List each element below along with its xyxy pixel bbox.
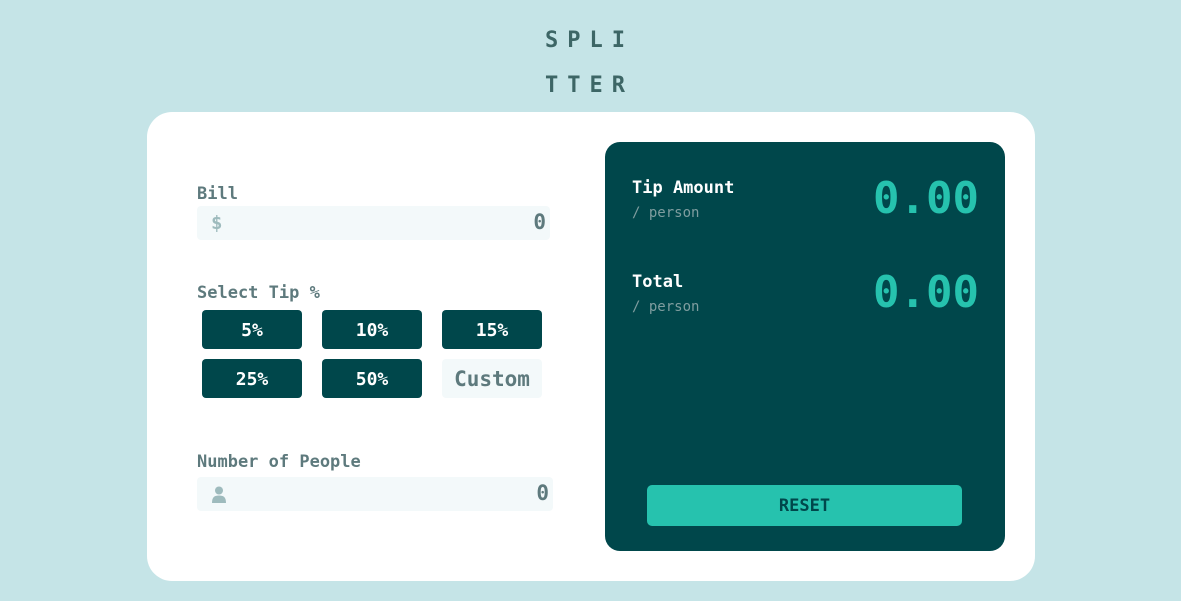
logo-line-2: TTER (545, 73, 634, 98)
bill-value[interactable]: 0 (533, 210, 546, 234)
person-icon (212, 486, 226, 503)
results-panel: Tip Amount / person 0.00 Total / person … (605, 142, 1005, 551)
tip-button-25[interactable]: 25% (202, 359, 302, 398)
people-label: Number of People (197, 452, 361, 472)
bill-input[interactable]: $ 0 (197, 206, 550, 240)
tip-amount-per-person: / person (632, 205, 700, 221)
total-label: Total (632, 272, 684, 292)
tip-button-50[interactable]: 50% (322, 359, 422, 398)
reset-button[interactable]: RESET (647, 485, 962, 526)
tip-button-10[interactable]: 10% (322, 310, 422, 349)
custom-tip-input[interactable]: Custom (442, 359, 542, 398)
tip-button-5[interactable]: 5% (202, 310, 302, 349)
total-value: 0.00 (873, 267, 979, 318)
dollar-icon: $ (211, 212, 223, 234)
app-logo: SPLI TTER (545, 18, 645, 108)
logo-line-1: SPLI (545, 28, 634, 53)
total-per-person: / person (632, 299, 700, 315)
tip-amount-value: 0.00 (873, 173, 979, 224)
people-value[interactable]: 0 (536, 481, 549, 505)
tip-label: Select Tip % (197, 283, 320, 303)
tip-button-15[interactable]: 15% (442, 310, 542, 349)
tip-amount-label: Tip Amount (632, 178, 735, 198)
people-input[interactable]: 0 (197, 477, 553, 511)
calculator-card: Bill $ 0 Select Tip % 5% 10% 15% 25% 50%… (147, 112, 1035, 581)
bill-label: Bill (197, 184, 238, 204)
